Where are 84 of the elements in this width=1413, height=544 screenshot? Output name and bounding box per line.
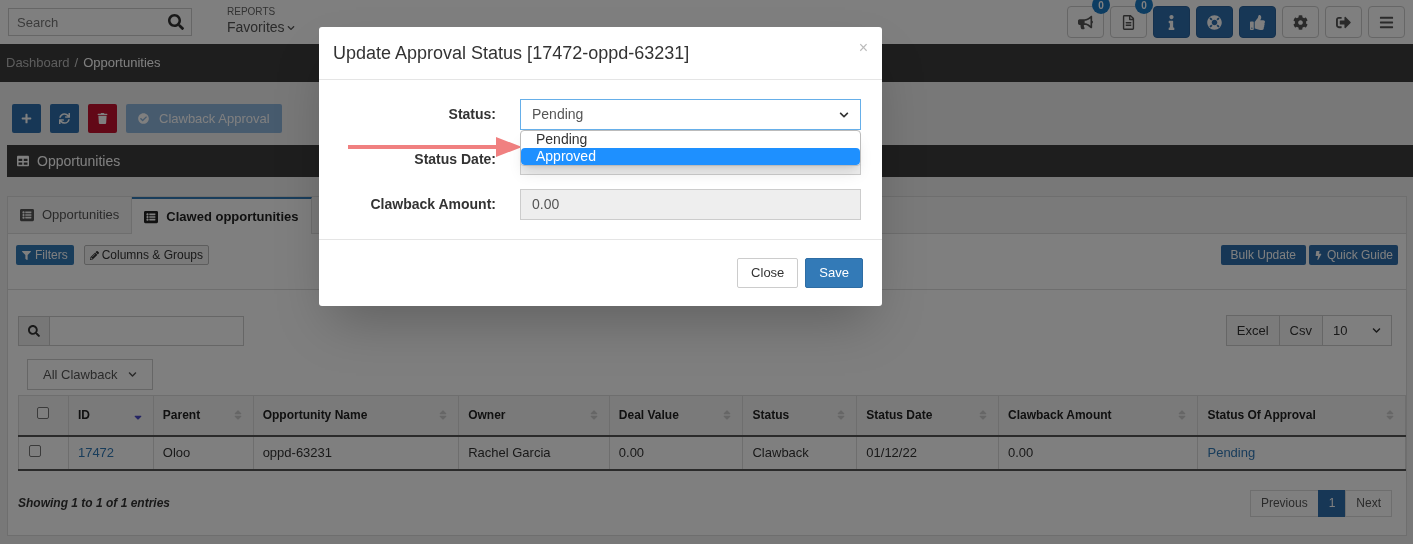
- notification-badge: 0: [1135, 0, 1153, 14]
- column-header[interactable]: Parent: [153, 395, 254, 436]
- column-header[interactable]: Opportunity Name: [253, 395, 459, 436]
- logout-icon: [1336, 14, 1351, 30]
- columns-groups-button[interactable]: Columns & Groups: [83, 245, 210, 265]
- column-header[interactable]: Status Of Approval: [1198, 395, 1406, 436]
- pagination-button[interactable]: Previous: [1249, 489, 1319, 517]
- filters-button[interactable]: Filters: [16, 245, 74, 265]
- list-icon: [20, 208, 34, 222]
- favorites-menu[interactable]: Favorites: [227, 17, 295, 38]
- column-label: Status: [752, 407, 790, 425]
- settings-icon: [1293, 14, 1308, 30]
- bolt-icon: [1313, 250, 1323, 260]
- dropdown-option[interactable]: Approved: [521, 148, 860, 165]
- field-label: Clawback Amount:: [369, 195, 496, 214]
- search-icon: [168, 14, 184, 30]
- dropdown-option[interactable]: Pending: [521, 131, 860, 148]
- amount-field[interactable]: 0.00: [520, 189, 861, 220]
- column-label: Owner: [468, 407, 506, 425]
- trash-icon: [97, 113, 108, 124]
- column-label: Opportunity Name: [262, 407, 368, 425]
- tab[interactable]: Clawed opportunities: [132, 197, 312, 234]
- header-checkbox[interactable]: [37, 407, 50, 420]
- logout-button[interactable]: [1325, 6, 1362, 38]
- column-label: Clawback Amount: [1008, 407, 1112, 425]
- thumbs-up-button[interactable]: [1239, 6, 1276, 38]
- megaphone-icon: [1078, 14, 1093, 30]
- settings-button[interactable]: [1282, 6, 1319, 38]
- column-label: Deal Value: [618, 407, 679, 425]
- breadcrumb-link[interactable]: Opportunities: [83, 53, 161, 73]
- table-icon: [17, 155, 29, 167]
- chevron-down-icon: [286, 23, 295, 32]
- breadcrumb-link[interactable]: Dashboard: [6, 53, 70, 73]
- search-icon: [28, 324, 40, 337]
- clawback-filter-select[interactable]: All Clawback: [27, 359, 153, 390]
- search-field[interactable]: Search: [8, 8, 192, 36]
- panel-title: Opportunities: [37, 151, 121, 171]
- column-header[interactable]: Status: [743, 395, 857, 436]
- field-label: Status Date:: [413, 150, 496, 169]
- lifebuoy-button[interactable]: [1196, 6, 1233, 38]
- modal-title: Update Approval Status [17472-oppd-63231]: [333, 41, 690, 65]
- plus-icon: [21, 113, 32, 124]
- row-checkbox[interactable]: [29, 444, 41, 457]
- column-label: Status Of Approval: [1207, 407, 1316, 425]
- info-button[interactable]: [1153, 6, 1190, 38]
- column-header[interactable]: Clawback Amount: [998, 395, 1198, 436]
- entries-info: Showing 1 to 1 of 1 entries: [18, 495, 171, 512]
- status-select[interactable]: Pending: [520, 99, 861, 130]
- pencil-icon: [89, 250, 99, 260]
- chevron-down-icon: [128, 370, 137, 379]
- menu-button[interactable]: [1368, 6, 1405, 38]
- list-icon: [144, 209, 159, 224]
- column-header[interactable]: Status Date: [856, 395, 999, 436]
- page-size-select[interactable]: 10: [1322, 315, 1392, 346]
- table-search-field[interactable]: [18, 315, 244, 346]
- export-button[interactable]: Csv: [1278, 315, 1323, 346]
- chevron-down-icon: [1372, 326, 1381, 335]
- chevron-down-icon: [839, 109, 849, 120]
- breadcrumb-separator: /: [74, 54, 79, 73]
- thumbs-up-icon: [1250, 14, 1265, 30]
- column-label: ID: [77, 407, 90, 425]
- bulk-update-button[interactable]: Bulk Update: [1220, 245, 1306, 265]
- export-button[interactable]: Excel: [1225, 315, 1280, 346]
- column-label: Status Date: [866, 407, 933, 425]
- add-button[interactable]: [12, 104, 41, 133]
- delete-button[interactable]: [88, 104, 117, 133]
- pagination-button[interactable]: Next: [1345, 489, 1392, 517]
- lifebuoy-icon: [1207, 14, 1222, 30]
- menu-icon: [1379, 14, 1394, 30]
- select-value: Pending: [532, 105, 584, 124]
- reports-label: REPORTS: [227, 6, 277, 17]
- column-header[interactable]: Owner: [458, 395, 610, 436]
- field-label: Status:: [447, 105, 496, 124]
- document-icon: [1121, 14, 1136, 30]
- column-header[interactable]: ID: [68, 395, 154, 436]
- quick-guide-button[interactable]: Quick Guide: [1308, 245, 1398, 265]
- column-label: Parent: [162, 407, 201, 425]
- filter-icon: [22, 250, 31, 260]
- save-button[interactable]: Save: [805, 258, 863, 288]
- column-header[interactable]: Deal Value: [609, 395, 743, 436]
- close-dialog-button[interactable]: Close: [737, 258, 799, 288]
- refresh-icon: [59, 113, 70, 124]
- refresh-button[interactable]: [50, 104, 79, 133]
- notification-badge: 0: [1092, 0, 1110, 14]
